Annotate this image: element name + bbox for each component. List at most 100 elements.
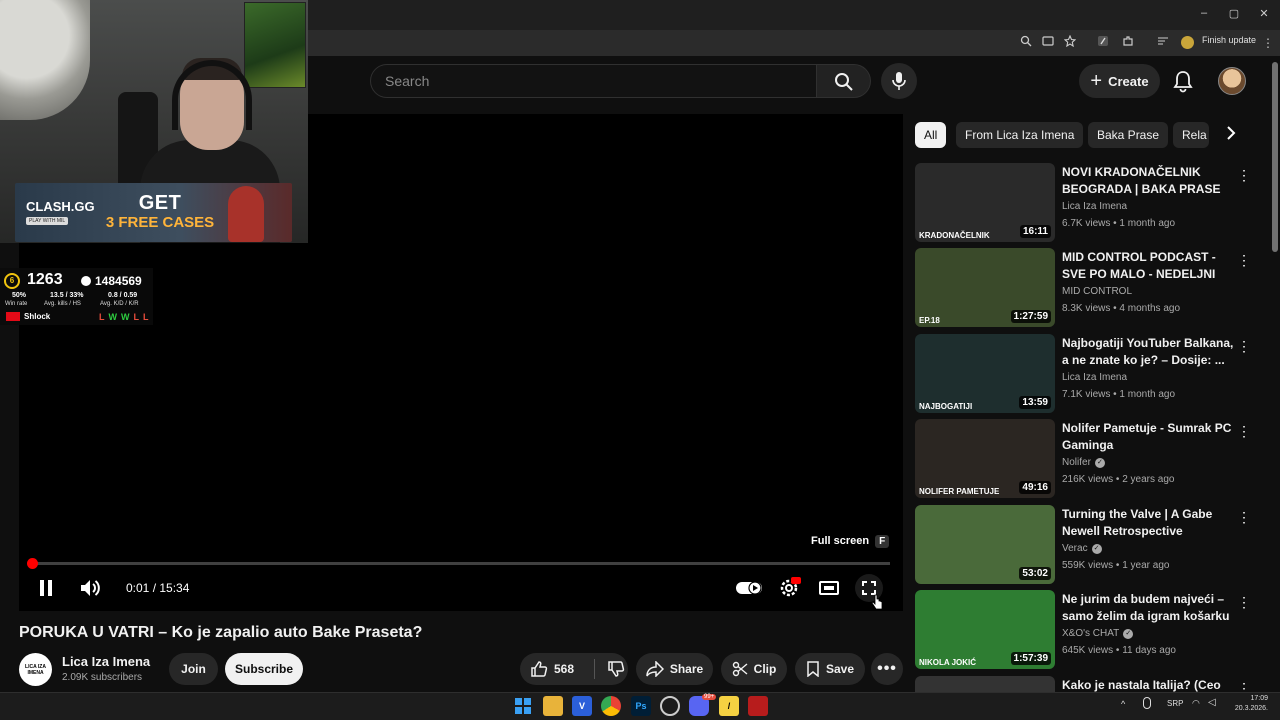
chevron-right-icon[interactable]	[1220, 124, 1242, 146]
video-thumbnail[interactable]: NAJBOGATIJI 13:59	[915, 334, 1055, 413]
more-vertical-icon[interactable]: ⋮	[1237, 508, 1251, 526]
pause-button[interactable]	[32, 574, 60, 602]
chip-from-channel[interactable]: From Lica Iza Imena	[956, 122, 1084, 148]
chip-related[interactable]: Rela	[1173, 122, 1209, 148]
system-clock[interactable]: 17:09 20.3.2026.	[1228, 694, 1268, 714]
recommended-channel[interactable]: Lica Iza Imena	[1062, 372, 1127, 383]
more-vertical-icon[interactable]: ⋮	[1237, 337, 1251, 355]
more-vertical-icon[interactable]: ⋮	[1237, 593, 1251, 611]
recommended-channel-name[interactable]: MID CONTROL	[1062, 286, 1132, 297]
recommended-video[interactable]: NAJBOGATIJI 13:59 Najbogatiji YouTuber B…	[915, 334, 1260, 416]
notepad-icon[interactable]: /	[719, 696, 739, 716]
recommended-channel-name[interactable]: Verac	[1062, 543, 1088, 554]
wifi-icon[interactable]: ◠	[1192, 698, 1200, 709]
recommended-title[interactable]: NOVI KRADONAČELNIK BEOGRADA | BAKA PRASE	[1062, 164, 1234, 198]
extension-icon[interactable]	[1094, 34, 1112, 52]
chrome-icon[interactable]	[601, 696, 621, 716]
save-label: Save	[825, 662, 855, 676]
channel-name[interactable]: Lica Iza Imena	[62, 654, 150, 669]
recommended-channel[interactable]: Nolifer ✓	[1062, 457, 1105, 468]
more-actions-button[interactable]: •••	[871, 653, 903, 685]
more-vertical-icon[interactable]: ⋮	[1237, 166, 1251, 184]
photoshop-icon[interactable]: Ps	[631, 696, 651, 716]
recommended-channel[interactable]: X&O's CHAT ✓	[1062, 628, 1134, 639]
voice-search-button[interactable]	[881, 63, 917, 99]
video-thumbnail[interactable]: 53:02	[915, 505, 1055, 584]
like-count[interactable]: 568	[554, 662, 574, 676]
steam-icon[interactable]	[660, 696, 680, 716]
minimize-button[interactable]: –	[1194, 7, 1214, 19]
vpn-app-icon[interactable]: V	[572, 696, 592, 716]
clip-button[interactable]: Clip	[721, 653, 787, 685]
extensions-puzzle-icon[interactable]	[1119, 34, 1137, 52]
theater-mode-button[interactable]	[815, 574, 843, 602]
zoom-icon[interactable]	[1017, 34, 1035, 52]
recommended-video[interactable]: 53:02 Turning the Valve | A Gabe Newell …	[915, 505, 1260, 587]
country-flag-icon	[6, 312, 20, 321]
more-vertical-icon[interactable]: ⋮	[1237, 422, 1251, 440]
clock-date: 20.3.2026.	[1234, 705, 1268, 712]
recommended-channel-name[interactable]: X&O's CHAT	[1062, 628, 1119, 639]
chevron-up-icon[interactable]: ^	[1121, 699, 1125, 709]
video-thumbnail[interactable]: NOLIFER PAMETUJE 49:16	[915, 419, 1055, 498]
recommended-channel-name[interactable]: Nolifer	[1062, 457, 1091, 468]
mute-button[interactable]	[76, 574, 104, 602]
chip-all[interactable]: All	[915, 122, 947, 148]
recommended-video[interactable]: NOLIFER PAMETUJE 49:16 Nolifer Pametuje …	[915, 419, 1260, 501]
progress-scrubber[interactable]	[27, 558, 38, 569]
speaker-icon[interactable]: ◁	[1208, 697, 1216, 708]
recommended-channel[interactable]: Verac ✓	[1062, 543, 1102, 554]
microphone-tray-icon[interactable]	[1143, 697, 1151, 709]
thumbs-up-icon[interactable]	[530, 660, 548, 678]
more-vertical-icon[interactable]: ⋮	[1237, 251, 1251, 269]
search-button[interactable]	[817, 64, 871, 98]
join-button[interactable]: Join	[169, 653, 218, 685]
bookmark-star-icon[interactable]	[1061, 34, 1079, 52]
browser-menu-icon[interactable]: ⋮	[1259, 34, 1277, 52]
settings-button[interactable]	[775, 574, 803, 602]
recommended-video[interactable]: EP.18 1:27:59 MID CONTROL PODCAST - SVE …	[915, 248, 1260, 330]
channel-avatar[interactable]: LICA IZA IMENA	[19, 653, 52, 686]
subscribe-button[interactable]: Subscribe	[225, 653, 303, 685]
more-vertical-icon[interactable]: ⋮	[1237, 679, 1251, 692]
profile-avatar-icon[interactable]	[1181, 36, 1194, 49]
recommended-channel-name[interactable]: Lica Iza Imena	[1062, 201, 1127, 212]
recommended-title[interactable]: Najbogatiji YouTuber Balkana, a ne znate…	[1062, 335, 1234, 369]
reading-list-icon[interactable]	[1154, 34, 1172, 52]
recommended-title[interactable]: Nolifer Pametuje - Sumrak PC Gaminga	[1062, 420, 1234, 454]
file-explorer-icon[interactable]	[543, 696, 563, 716]
video-thumbnail[interactable]: KRADONAČELNIK 16:11	[915, 163, 1055, 242]
recommended-channel-name[interactable]: Lica Iza Imena	[1062, 372, 1127, 383]
chip-baka-prase[interactable]: Baka Prase	[1088, 122, 1169, 148]
search-box[interactable]	[370, 64, 817, 98]
recommended-channel[interactable]: Lica Iza Imena	[1062, 201, 1127, 212]
shield-app-icon[interactable]	[748, 696, 768, 716]
search-input[interactable]	[385, 65, 785, 97]
recommended-channel[interactable]: MID CONTROL	[1062, 286, 1132, 297]
recommended-video[interactable]: STVARANJE Kako je nastala Italija? (Ceo …	[915, 676, 1260, 692]
video-thumbnail[interactable]: STVARANJE	[915, 676, 1055, 692]
close-window-button[interactable]: ✕	[1254, 7, 1274, 20]
windows-start-icon[interactable]	[513, 696, 533, 716]
keyboard-language[interactable]: SRP	[1167, 699, 1183, 708]
page-scrollbar[interactable]	[1272, 62, 1278, 252]
recommended-title[interactable]: Ne jurim da budem najveći – samo želim d…	[1062, 591, 1234, 625]
recommended-title[interactable]: MID CONTROL PODCAST - SVE PO MALO - NEDE…	[1062, 249, 1234, 283]
recommended-title[interactable]: Kako je nastala Italija? (Ceo	[1062, 677, 1234, 692]
install-app-icon[interactable]	[1039, 34, 1057, 52]
recommended-video[interactable]: KRADONAČELNIK 16:11 NOVI KRADONAČELNIK B…	[915, 163, 1260, 245]
share-button[interactable]: Share	[636, 653, 713, 685]
save-button[interactable]: Save	[795, 653, 865, 685]
maximize-button[interactable]: ▢	[1224, 7, 1244, 20]
notifications-button[interactable]	[1168, 66, 1198, 96]
recommended-video[interactable]: NIKOLA JOKIĆ 1:57:39 Ne jurim da budem n…	[915, 590, 1260, 672]
autoplay-toggle[interactable]	[735, 574, 763, 602]
video-thumbnail[interactable]: EP.18 1:27:59	[915, 248, 1055, 327]
account-avatar[interactable]	[1218, 67, 1246, 95]
thumbs-down-icon[interactable]	[607, 660, 625, 678]
video-thumbnail[interactable]: NIKOLA JOKIĆ 1:57:39	[915, 590, 1055, 669]
create-button[interactable]: + Create	[1079, 64, 1160, 98]
progress-bar[interactable]	[31, 562, 890, 565]
finish-update-button[interactable]: Finish update	[1202, 35, 1256, 45]
recommended-title[interactable]: Turning the Valve | A Gabe Newell Retros…	[1062, 506, 1234, 540]
